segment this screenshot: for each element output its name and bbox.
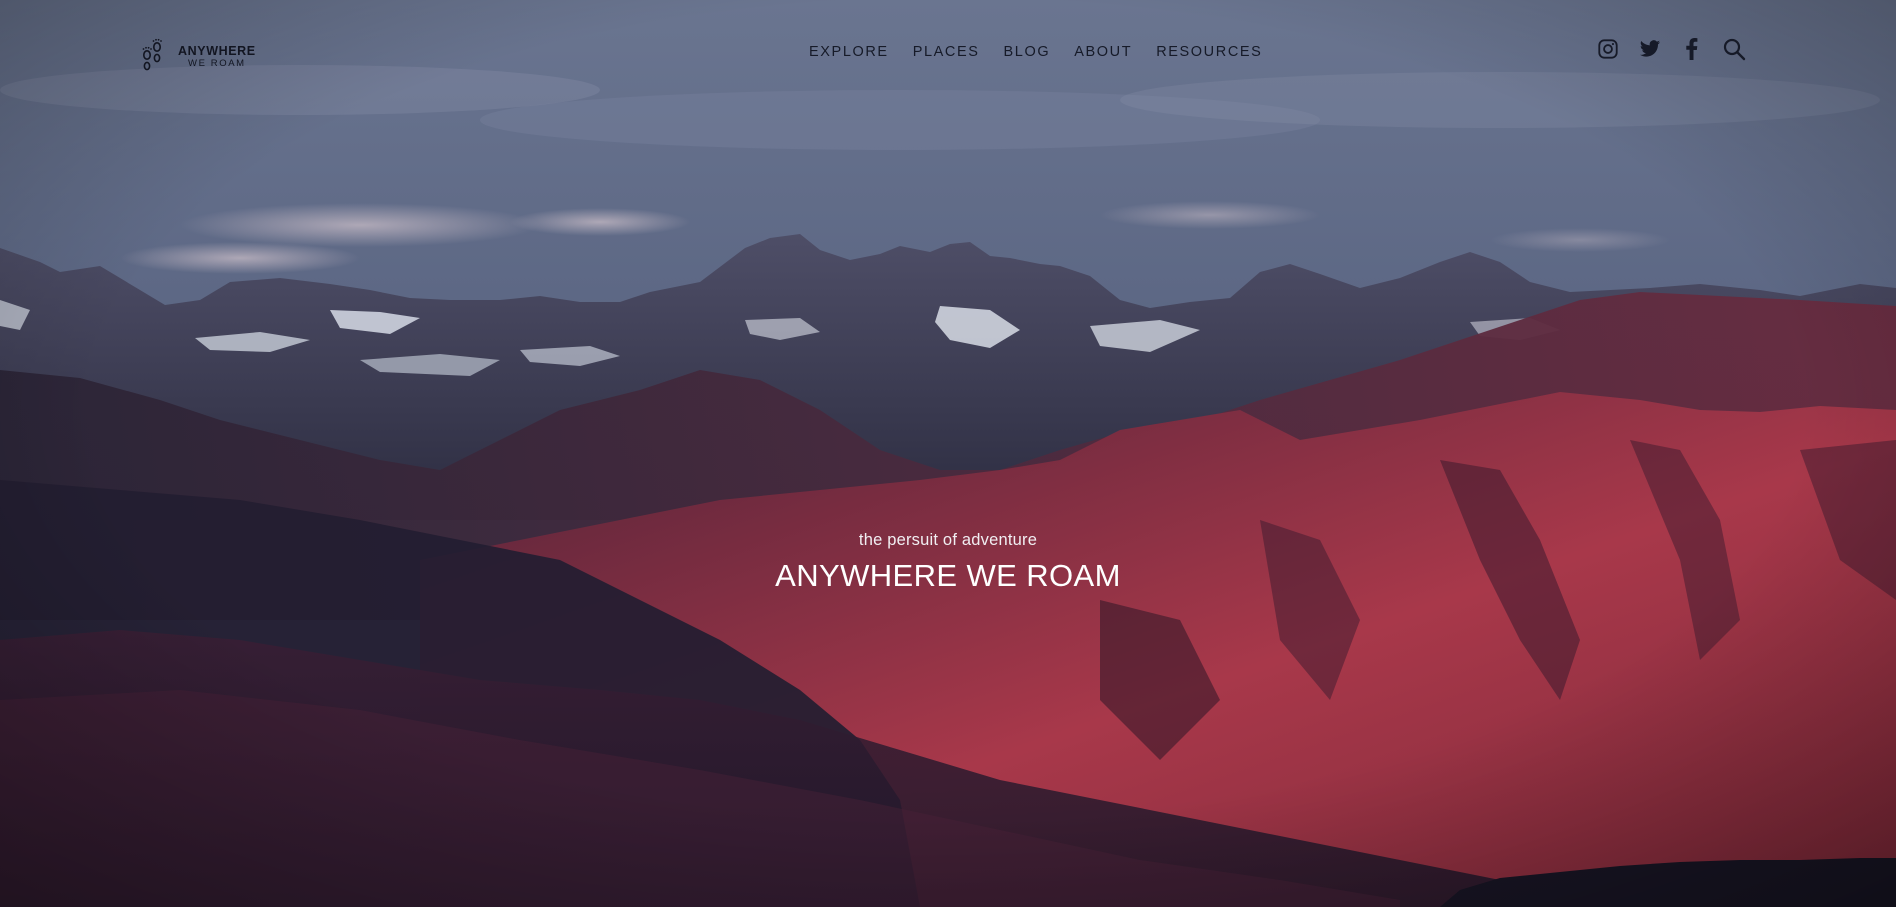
nav-item-about[interactable]: ABOUT [1074, 44, 1132, 60]
logo-text-secondary: WE ROAM [188, 58, 246, 69]
facebook-icon [1686, 38, 1698, 60]
hero-background-image [0, 0, 1896, 907]
nav-item-places[interactable]: PLACES [913, 44, 980, 60]
search-icon [1723, 38, 1746, 61]
twitter-link[interactable] [1638, 37, 1662, 61]
hero-title: ANYWHERE WE ROAM [775, 558, 1121, 593]
footprints-icon [142, 38, 162, 71]
site-header: ANYWHERE WE ROAM EXPLORE PLACES BLOG ABO… [0, 0, 1896, 102]
instagram-icon [1598, 39, 1618, 59]
page: ANYWHERE WE ROAM EXPLORE PLACES BLOG ABO… [0, 0, 1896, 907]
site-logo[interactable]: ANYWHERE WE ROAM [140, 34, 280, 74]
main-nav: EXPLORE PLACES BLOG ABOUT RESOURCES [809, 40, 1262, 64]
nav-item-explore[interactable]: EXPLORE [809, 44, 889, 60]
search-button[interactable] [1722, 37, 1746, 61]
instagram-link[interactable] [1596, 37, 1620, 61]
logo-text-primary: ANYWHERE [178, 44, 256, 58]
nav-item-resources[interactable]: RESOURCES [1156, 44, 1262, 60]
social-links [1596, 37, 1746, 61]
hero-tagline: the persuit of adventure [858, 531, 1038, 549]
facebook-link[interactable] [1680, 37, 1704, 61]
twitter-icon [1639, 40, 1661, 57]
nav-item-blog[interactable]: BLOG [1004, 44, 1051, 60]
